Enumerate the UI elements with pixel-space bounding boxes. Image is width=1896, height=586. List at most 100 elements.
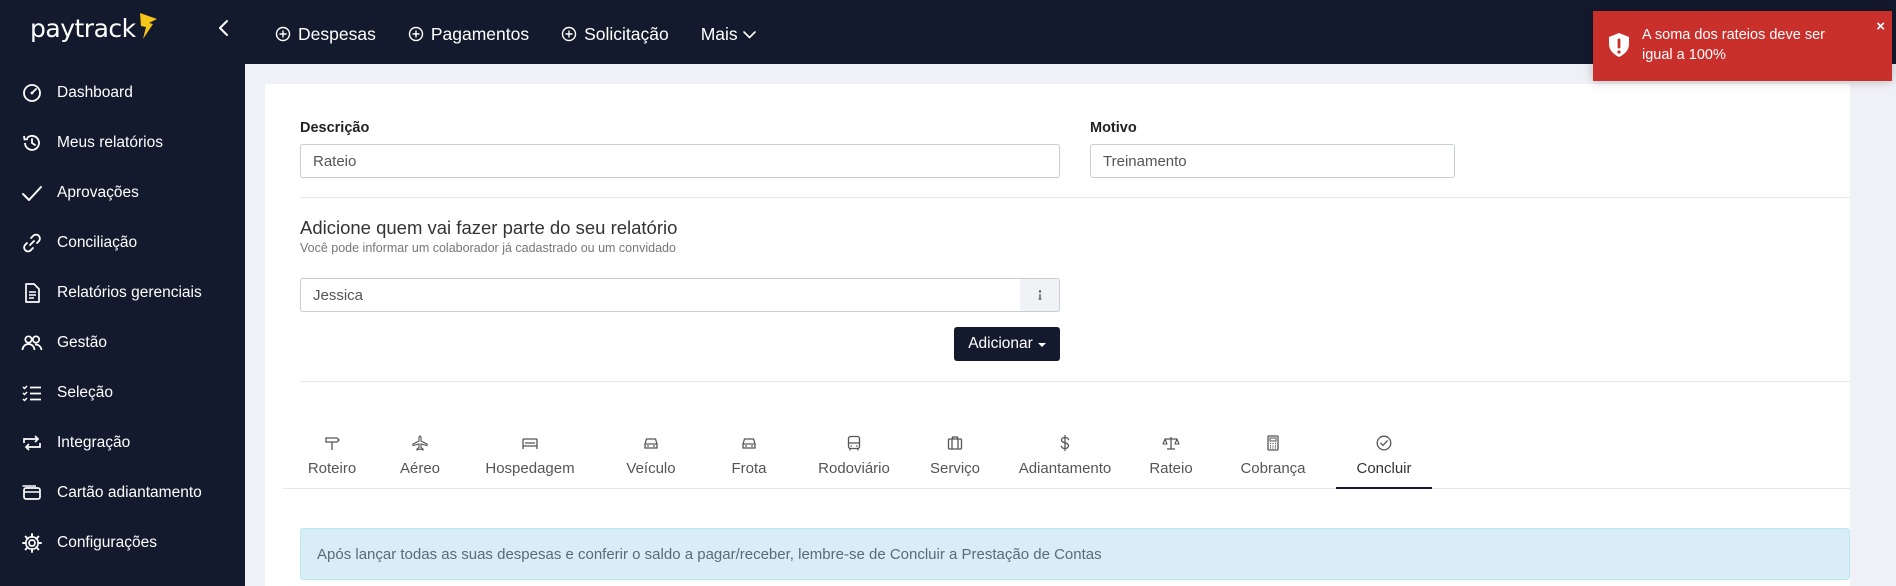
divider bbox=[300, 381, 1850, 382]
tab-label: Cobrança bbox=[1240, 460, 1306, 477]
check-circle-icon bbox=[1376, 435, 1392, 451]
dollar-icon bbox=[1060, 434, 1070, 452]
tab-label: Adiantamento bbox=[1018, 460, 1112, 477]
sidebar-item-relatorios-gerenciais[interactable]: Relatórios gerenciais bbox=[0, 268, 245, 318]
users-icon bbox=[21, 335, 43, 351]
sidebar: paytrack Dashboard Meus relatórios Aprov… bbox=[0, 0, 245, 586]
participants-title: Adicione quem vai fazer parte do seu rel… bbox=[300, 217, 678, 238]
check-icon bbox=[22, 186, 42, 201]
shield-alert-icon bbox=[1609, 33, 1629, 57]
logo-text: paytrack bbox=[30, 14, 136, 43]
toast-close-button[interactable]: × bbox=[1876, 19, 1885, 34]
tab-label: Roteiro bbox=[307, 460, 357, 477]
gear-icon bbox=[22, 533, 42, 553]
toast-message: A soma dos rateios deve ser igual a 100% bbox=[1642, 27, 1825, 63]
sidebar-item-label: Configurações bbox=[57, 534, 157, 551]
collapse-sidebar-chevron-icon[interactable] bbox=[214, 17, 234, 39]
participants-subtitle: Você pode informar um colaborador já cad… bbox=[300, 241, 676, 255]
top-menu-label: Pagamentos bbox=[430, 23, 530, 44]
sidebar-item-aprovacoes[interactable]: Aprovações bbox=[0, 168, 245, 218]
tab-hospedagem[interactable]: Hospedagem bbox=[479, 429, 581, 489]
sidebar-item-label: Aprovações bbox=[57, 184, 139, 201]
sidebar-item-cartao-adiantamento[interactable]: Cartão adiantamento bbox=[0, 468, 245, 518]
dashboard-gauge-icon bbox=[23, 84, 41, 102]
sidebar-item-label: Integração bbox=[57, 434, 131, 451]
tab-frota[interactable]: Frota bbox=[709, 429, 789, 489]
top-menu-despesas[interactable]: Despesas bbox=[275, 24, 376, 45]
info-alert: Após lançar todas as suas despesas e con… bbox=[300, 528, 1850, 580]
tab-roteiro[interactable]: Roteiro bbox=[295, 429, 369, 489]
plus-circle-icon bbox=[561, 26, 577, 42]
tab-servico[interactable]: Serviço bbox=[917, 429, 993, 489]
sidebar-item-selecao[interactable]: Seleção bbox=[0, 368, 245, 418]
signpost-icon bbox=[325, 437, 340, 450]
motivo-input[interactable]: Treinamento bbox=[1090, 144, 1455, 178]
tab-label: Rateio bbox=[1149, 460, 1193, 477]
plus-circle-icon bbox=[275, 26, 291, 42]
balance-scale-icon bbox=[1162, 437, 1180, 450]
top-menu-solicitacao[interactable]: Solicitação bbox=[561, 24, 669, 45]
sidebar-item-integracao[interactable]: Integração bbox=[0, 418, 245, 468]
report-form-card: Descrição Rateio Motivo Treinamento Adic… bbox=[265, 84, 1850, 586]
sidebar-item-label: Conciliação bbox=[57, 234, 138, 251]
document-icon bbox=[25, 283, 40, 303]
tab-rateio[interactable]: Rateio bbox=[1138, 429, 1204, 489]
tab-label: Serviço bbox=[929, 460, 981, 477]
participant-search-input[interactable]: Jessica bbox=[300, 278, 1021, 312]
history-icon bbox=[23, 135, 40, 151]
top-menu-pagamentos[interactable]: Pagamentos bbox=[408, 24, 529, 45]
tab-concluir[interactable]: Concluir bbox=[1336, 429, 1432, 489]
info-icon bbox=[1038, 290, 1041, 300]
tab-rodoviario[interactable]: Rodoviário bbox=[810, 429, 898, 489]
top-menu-label: Mais bbox=[700, 23, 738, 44]
chevron-down-icon bbox=[742, 30, 756, 38]
sidebar-item-label: Relatórios gerenciais bbox=[57, 284, 202, 301]
tab-veiculo[interactable]: Veículo bbox=[611, 429, 691, 489]
tab-cobranca[interactable]: Cobrança bbox=[1229, 429, 1317, 489]
top-menu: Despesas Pagamentos Solicitação Mais bbox=[275, 0, 789, 68]
checklist-icon bbox=[22, 385, 41, 402]
sidebar-nav: Dashboard Meus relatórios Aprovações Con… bbox=[0, 68, 245, 568]
paytrack-logo[interactable]: paytrack bbox=[30, 12, 159, 43]
caret-down-icon bbox=[1037, 343, 1046, 347]
lightning-bolt-icon bbox=[139, 12, 157, 39]
credit-card-icon bbox=[22, 485, 41, 500]
tab-adiantamento[interactable]: Adiantamento bbox=[1011, 429, 1119, 489]
tab-label: Concluir bbox=[1356, 460, 1412, 477]
sidebar-item-label: Meus relatórios bbox=[57, 134, 163, 151]
tab-label: Aéreo bbox=[399, 460, 441, 477]
car-icon bbox=[644, 438, 658, 449]
tab-label: Frota bbox=[731, 460, 767, 477]
sidebar-item-configuracoes[interactable]: Configurações bbox=[0, 518, 245, 568]
motivo-label: Motivo bbox=[1090, 120, 1137, 136]
top-menu-mais[interactable]: Mais bbox=[701, 24, 757, 45]
link-icon bbox=[23, 233, 41, 253]
expense-tabs: Roteiro Aéreo Hospedagem Veículo Frota R… bbox=[283, 429, 1850, 489]
tab-label: Veículo bbox=[626, 460, 676, 477]
repeat-icon bbox=[23, 435, 41, 451]
adicionar-dropdown-button[interactable]: Adicionar bbox=[954, 327, 1060, 361]
sidebar-item-label: Cartão adiantamento bbox=[57, 484, 202, 501]
descricao-label: Descrição bbox=[300, 120, 370, 136]
descricao-input[interactable]: Rateio bbox=[300, 144, 1060, 178]
sidebar-item-conciliacao[interactable]: Conciliação bbox=[0, 218, 245, 268]
plane-icon bbox=[412, 435, 428, 451]
sidebar-item-label: Gestão bbox=[57, 334, 107, 351]
briefcase-icon bbox=[947, 436, 963, 450]
top-menu-label: Solicitação bbox=[584, 23, 669, 44]
fleet-car-icon bbox=[742, 438, 756, 449]
tab-aereo[interactable]: Aéreo bbox=[387, 429, 453, 489]
bus-icon bbox=[847, 435, 861, 451]
adicionar-label: Adicionar bbox=[968, 335, 1033, 352]
sidebar-item-gestao[interactable]: Gestão bbox=[0, 318, 245, 368]
top-menu-label: Despesas bbox=[298, 23, 376, 44]
tab-label: Rodoviário bbox=[818, 460, 890, 477]
bed-icon bbox=[522, 438, 538, 449]
sidebar-item-label: Seleção bbox=[57, 384, 114, 401]
sidebar-item-meus-relatorios[interactable]: Meus relatórios bbox=[0, 118, 245, 168]
calculator-icon bbox=[1267, 435, 1279, 451]
plus-circle-icon bbox=[408, 26, 424, 42]
info-addon-button[interactable] bbox=[1020, 278, 1060, 312]
sidebar-item-dashboard[interactable]: Dashboard bbox=[0, 68, 245, 118]
sidebar-item-label: Dashboard bbox=[57, 84, 133, 101]
